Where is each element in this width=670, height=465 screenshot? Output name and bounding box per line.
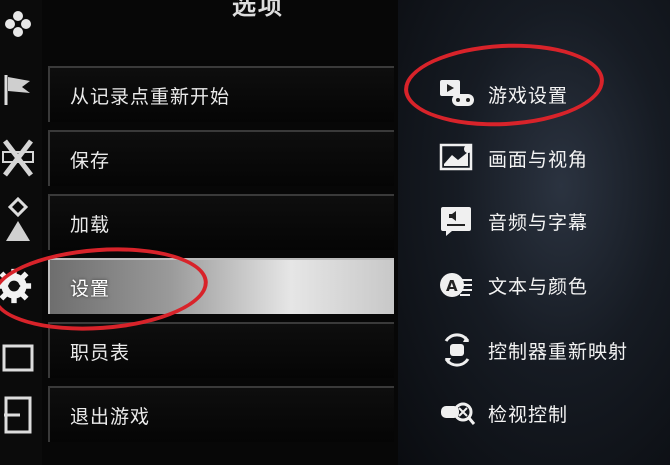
menu-title: 选项 [232,0,284,20]
menu-item-label: 退出游戏 [70,406,151,428]
audio-subtitle-icon [438,204,476,238]
settings-item-label: 音频与字幕 [488,211,589,234]
film-reel-icon[interactable] [0,338,36,378]
settings-item-text-color[interactable]: A 文本与颜色 [438,265,588,305]
settings-item-game[interactable]: 游戏设置 [438,74,568,114]
menu-item-label: 设置 [70,278,111,300]
tower-icon[interactable] [0,197,36,241]
exit-door-icon[interactable] [0,395,36,435]
settings-item-label: 检视控制 [488,403,569,426]
menu-item-label: 保存 [70,150,111,172]
controller-remap-icon [438,333,476,367]
inspect-control-icon [438,396,476,430]
crossed-swords-icon[interactable] [0,138,36,178]
menu-item-label: 从记录点重新开始 [70,86,231,108]
menu-item-label: 加载 [70,214,111,236]
menu-item-restart-checkpoint[interactable]: 从记录点重新开始 [48,66,394,122]
settings-item-inspect-control[interactable]: 检视控制 [438,393,568,433]
settings-item-controller-remap[interactable]: 控制器重新映射 [438,330,628,370]
menu-item-credits[interactable]: 职员表 [48,322,394,378]
settings-item-label: 游戏设置 [488,84,569,107]
menu-item-save[interactable]: 保存 [48,130,394,186]
display-icon [438,141,476,175]
settings-item-label: 画面与视角 [488,148,589,171]
settings-item-display[interactable]: 画面与视角 [438,138,588,178]
menu-item-quit-game[interactable]: 退出游戏 [48,386,394,442]
options-menu: 选项 从记录点重新开始 保存 加载 设置 职员表 退出游戏 [42,0,398,465]
gamepad-monitor-icon [438,77,476,111]
gear-icon[interactable] [0,266,32,306]
menu-item-settings[interactable]: 设置 [48,258,394,314]
dpad-icon[interactable] [0,4,36,44]
menu-item-load[interactable]: 加载 [48,194,394,250]
settings-item-audio[interactable]: 音频与字幕 [438,201,588,241]
menu-item-label: 职员表 [70,342,131,364]
svg-text:A: A [446,277,458,295]
text-color-icon: A [438,268,476,302]
settings-item-label: 文本与颜色 [488,275,589,298]
flag-icon[interactable] [0,70,36,110]
settings-submenu: 游戏设置 画面与视角 音频与字幕 A 文本与颜色 控制器重新映射 检视控制 [398,0,670,465]
settings-item-label: 控制器重新映射 [488,340,629,363]
icon-rail [0,0,42,465]
